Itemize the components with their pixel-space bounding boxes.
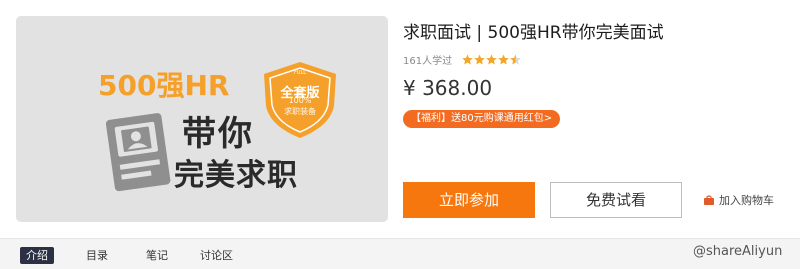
- add-to-cart-label: 加入购物车: [719, 194, 774, 207]
- shopping-bag-icon: [704, 194, 714, 205]
- join-course-button[interactable]: 立即参加: [403, 182, 535, 218]
- watermark: @shareAliyun: [693, 244, 783, 259]
- star-icon: [498, 54, 509, 65]
- id-card-icon: [105, 113, 171, 192]
- course-price: ¥ 368.00: [403, 76, 493, 100]
- free-preview-button[interactable]: 免费试看: [550, 182, 682, 218]
- promo-coupon-link[interactable]: 【福利】送80元购课通用红包>: [403, 110, 561, 128]
- badge-label-small: FULL: [293, 70, 307, 76]
- tab-discussion[interactable]: 讨论区: [200, 247, 233, 264]
- badge-label-sub: 求职装备: [284, 107, 316, 116]
- tab-notes[interactable]: 笔记: [146, 247, 168, 264]
- course-tab-bar: 介绍 目录 笔记 讨论区: [0, 238, 800, 269]
- learner-count: 161人学过: [403, 56, 453, 67]
- badge-label-percent: 100%: [288, 96, 312, 105]
- cover-headline: 500强HR: [98, 69, 230, 102]
- star-icon: [474, 54, 485, 65]
- course-meta: 161人学过: [403, 52, 521, 67]
- tab-intro[interactable]: 介绍: [20, 247, 54, 264]
- cover-subline: 带你: [182, 114, 254, 154]
- course-cover-image[interactable]: 500强HR 带你 完美求职 FULL 全套版 100% 求职装备: [16, 16, 388, 222]
- star-icon: [462, 54, 473, 65]
- course-title: 求职面试 | 500强HR带你完美面试: [403, 23, 664, 43]
- star-icon: [510, 54, 521, 65]
- tab-catalog[interactable]: 目录: [86, 247, 108, 264]
- cover-tagline: 完美求职: [174, 158, 298, 193]
- rating-stars: [462, 54, 521, 65]
- add-to-cart-button[interactable]: 加入购物车: [703, 192, 774, 208]
- star-icon: [486, 54, 497, 65]
